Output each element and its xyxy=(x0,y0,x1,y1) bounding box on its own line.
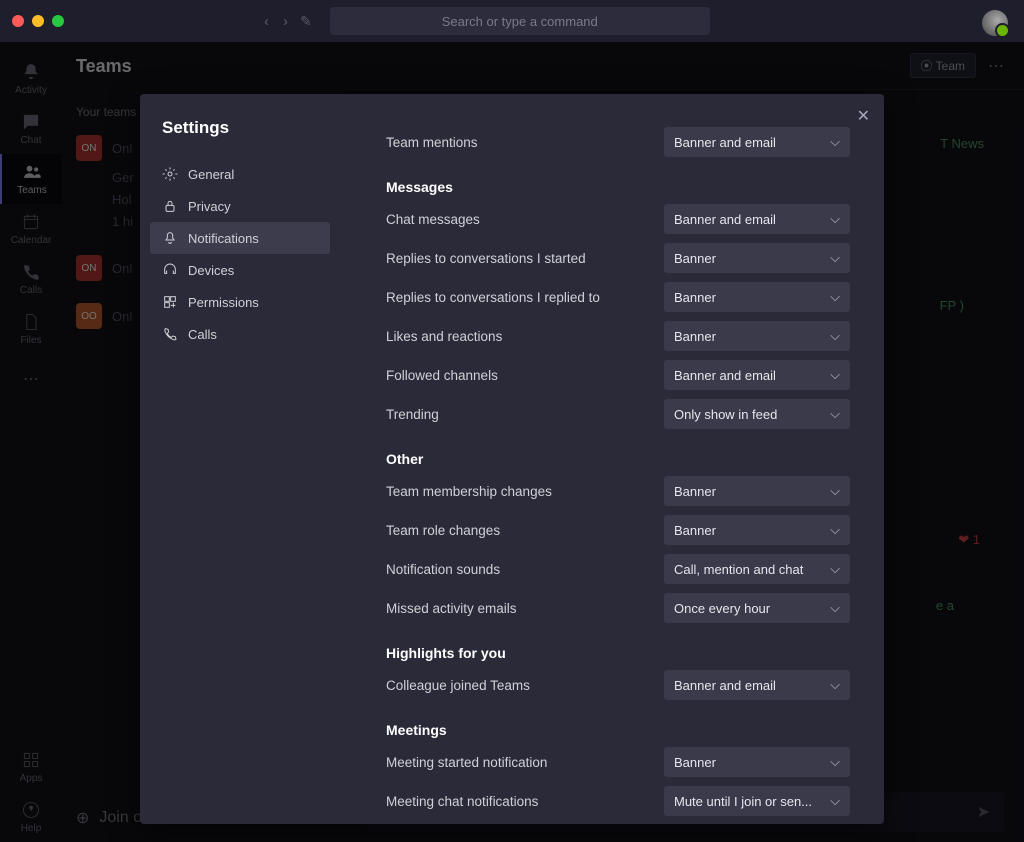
chevron-down-icon: ⌵ xyxy=(830,483,840,499)
dropdown-replies-replied[interactable]: Banner⌵ xyxy=(664,282,850,312)
close-window-button[interactable] xyxy=(12,15,24,27)
current-user-avatar[interactable] xyxy=(982,10,1008,36)
settings-cat-calls[interactable]: Calls xyxy=(150,318,330,350)
chevron-down-icon: ⌵ xyxy=(830,211,840,227)
dropdown-membership[interactable]: Banner⌵ xyxy=(664,476,850,506)
section-other: Other xyxy=(386,451,850,467)
settings-cat-notifications[interactable]: Notifications xyxy=(150,222,330,254)
dropdown-role[interactable]: Banner⌵ xyxy=(664,515,850,545)
dropdown-trending[interactable]: Only show in feed⌵ xyxy=(664,399,850,429)
chevron-down-icon: ⌵ xyxy=(830,289,840,305)
gear-icon xyxy=(162,166,178,182)
bell-icon xyxy=(162,230,178,246)
dropdown-followed[interactable]: Banner and email⌵ xyxy=(664,360,850,390)
chevron-down-icon: ⌵ xyxy=(830,134,840,150)
titlebar: ‹ › ✎ Search or type a command xyxy=(0,0,1024,42)
settings-title: Settings xyxy=(150,114,330,158)
settings-modal: ✕ Settings General Privacy Notifications… xyxy=(140,94,884,824)
dropdown-likes[interactable]: Banner⌵ xyxy=(664,321,850,351)
chevron-down-icon: ⌵ xyxy=(830,522,840,538)
dropdown-replies-started[interactable]: Banner⌵ xyxy=(664,243,850,273)
maximize-window-button[interactable] xyxy=(52,15,64,27)
chevron-down-icon: ⌵ xyxy=(830,600,840,616)
headset-icon xyxy=(162,262,178,278)
dropdown-team-mentions[interactable]: Banner and email⌵ xyxy=(664,127,850,157)
dropdown-colleague[interactable]: Banner and email⌵ xyxy=(664,670,850,700)
phone-icon xyxy=(162,326,178,342)
forward-button[interactable]: › xyxy=(283,13,288,30)
setting-row-team-mentions: Team mentions Banner and email⌵ xyxy=(386,127,850,157)
chevron-down-icon: ⌵ xyxy=(830,250,840,266)
settings-cat-privacy[interactable]: Privacy xyxy=(150,190,330,222)
settings-cat-permissions[interactable]: Permissions xyxy=(150,286,330,318)
new-message-icon[interactable]: ✎ xyxy=(300,13,312,30)
chevron-down-icon: ⌵ xyxy=(830,754,840,770)
chevron-down-icon: ⌵ xyxy=(830,328,840,344)
chevron-down-icon: ⌵ xyxy=(830,561,840,577)
settings-cat-general[interactable]: General xyxy=(150,158,330,190)
settings-body: Team mentions Banner and email⌵ Messages… xyxy=(340,94,884,824)
section-messages: Messages xyxy=(386,179,850,195)
lock-icon xyxy=(162,198,178,214)
chevron-down-icon: ⌵ xyxy=(830,677,840,693)
chevron-down-icon: ⌵ xyxy=(830,406,840,422)
modal-overlay[interactable]: ✕ Settings General Privacy Notifications… xyxy=(0,42,1024,842)
search-placeholder: Search or type a command xyxy=(442,14,598,29)
chevron-down-icon: ⌵ xyxy=(830,367,840,383)
settings-cat-devices[interactable]: Devices xyxy=(150,254,330,286)
permissions-icon xyxy=(162,294,178,310)
dropdown-missed[interactable]: Once every hour⌵ xyxy=(664,593,850,623)
settings-sidebar: Settings General Privacy Notifications D… xyxy=(140,94,340,824)
minimize-window-button[interactable] xyxy=(32,15,44,27)
window-controls xyxy=(12,15,64,27)
dropdown-meeting-started[interactable]: Banner⌵ xyxy=(664,747,850,777)
dropdown-meeting-chat[interactable]: Mute until I join or sen...⌵ xyxy=(664,786,850,816)
back-button[interactable]: ‹ xyxy=(264,13,269,30)
dropdown-sounds[interactable]: Call, mention and chat⌵ xyxy=(664,554,850,584)
search-input[interactable]: Search or type a command xyxy=(330,7,710,35)
chevron-down-icon: ⌵ xyxy=(830,793,840,809)
nav-arrows: ‹ › xyxy=(264,13,288,30)
section-highlights: Highlights for you xyxy=(386,645,850,661)
section-meetings: Meetings xyxy=(386,722,850,738)
dropdown-chat-messages[interactable]: Banner and email⌵ xyxy=(664,204,850,234)
